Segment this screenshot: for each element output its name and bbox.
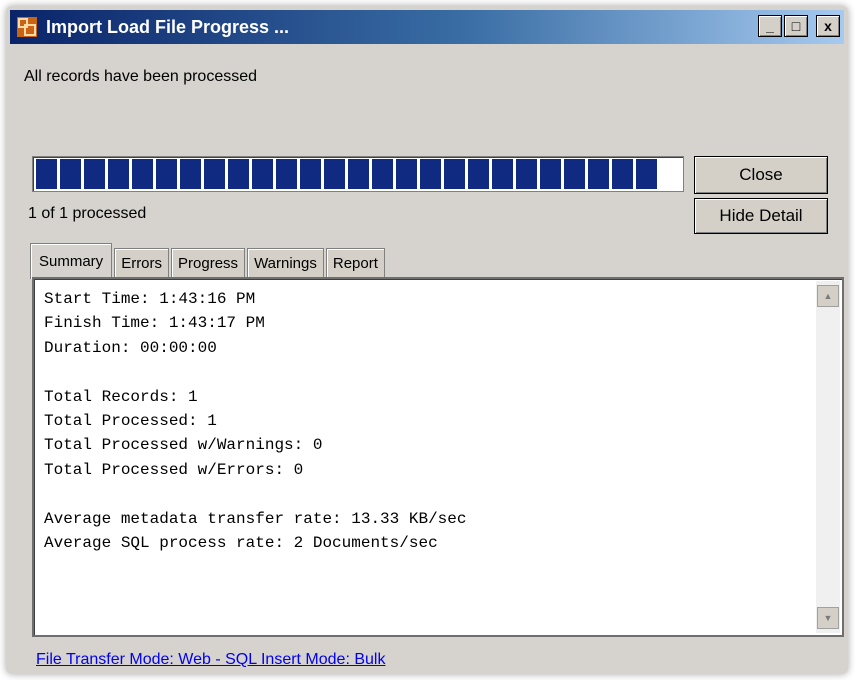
tab-summary[interactable]: Summary	[30, 243, 113, 279]
progress-segment	[540, 159, 561, 189]
progress-segment	[84, 159, 105, 189]
import-progress-window: Import Load File Progress ... _ □ x All …	[6, 6, 848, 674]
hide-detail-button[interactable]: Hide Detail	[694, 198, 828, 234]
progress-segment	[132, 159, 153, 189]
summary-line: Average metadata transfer rate: 13.33 KB…	[44, 509, 467, 528]
tab-progress[interactable]: Progress	[171, 248, 246, 278]
window-controls: _ □ x	[758, 15, 840, 37]
progress-segment	[300, 159, 321, 189]
transfer-mode-link[interactable]: File Transfer Mode: Web - SQL Insert Mod…	[36, 651, 385, 669]
summary-line: Total Processed w/Warnings: 0	[44, 436, 323, 455]
import-window-icon	[17, 17, 37, 37]
progress-segment	[492, 159, 513, 189]
progress-segment	[516, 159, 537, 189]
progress-segment	[228, 159, 249, 189]
close-window-button[interactable]: x	[816, 15, 840, 37]
summary-line: Finish Time: 1:43:17 PM	[44, 314, 265, 333]
progress-segment	[468, 159, 489, 189]
progress-segment	[180, 159, 201, 189]
progress-bar	[32, 156, 684, 192]
summary-text-area[interactable]: Start Time: 1:43:16 PM Finish Time: 1:43:…	[32, 277, 844, 637]
maximize-button[interactable]: □	[784, 15, 808, 37]
tab-report[interactable]: Report	[325, 248, 385, 278]
progress-segment	[564, 159, 585, 189]
progress-segment	[396, 159, 417, 189]
summary-line: Total Processed: 1	[44, 412, 217, 431]
summary-line: Total Records: 1	[44, 387, 198, 406]
progress-segment	[252, 159, 273, 189]
tab-errors[interactable]: Errors	[114, 248, 170, 278]
tab-warnings[interactable]: Warnings	[247, 248, 324, 278]
minimize-button[interactable]: _	[758, 15, 782, 37]
title-bar[interactable]: Import Load File Progress ... _ □ x	[10, 10, 844, 44]
summary-line: Duration: 00:00:00	[44, 338, 217, 357]
summary-line: Start Time: 1:43:16 PM	[44, 290, 256, 308]
scroll-down-arrow-icon[interactable]: ▼	[817, 607, 839, 629]
vertical-scrollbar[interactable]: ▲ ▼	[816, 281, 840, 633]
progress-segment	[204, 159, 225, 189]
progress-segment	[420, 159, 441, 189]
progress-segment	[60, 159, 81, 189]
progress-segment	[36, 159, 57, 189]
progress-segment	[276, 159, 297, 189]
summary-line: Total Processed w/Errors: 0	[44, 460, 304, 479]
summary-content: Start Time: 1:43:16 PM Finish Time: 1:43:…	[44, 287, 466, 555]
summary-line: Average SQL process rate: 2 Documents/se…	[44, 534, 438, 553]
progress-segment	[636, 159, 657, 189]
progress-segment	[156, 159, 177, 189]
progress-segment	[612, 159, 633, 189]
summary-line	[44, 360, 466, 384]
processed-count: 1 of 1 processed	[28, 205, 147, 222]
progress-segment	[324, 159, 345, 189]
summary-line	[44, 482, 466, 506]
progress-segment	[372, 159, 393, 189]
status-message: All records have been processed	[24, 68, 258, 85]
close-button[interactable]: Close	[694, 156, 828, 194]
progress-segment	[444, 159, 465, 189]
progress-segment	[108, 159, 129, 189]
tab-strip: Summary Errors Progress Warnings Report	[30, 240, 387, 279]
progress-segment	[588, 159, 609, 189]
progress-segment	[348, 159, 369, 189]
window-title: Import Load File Progress ...	[46, 17, 290, 37]
scroll-up-arrow-icon[interactable]: ▲	[817, 285, 839, 307]
